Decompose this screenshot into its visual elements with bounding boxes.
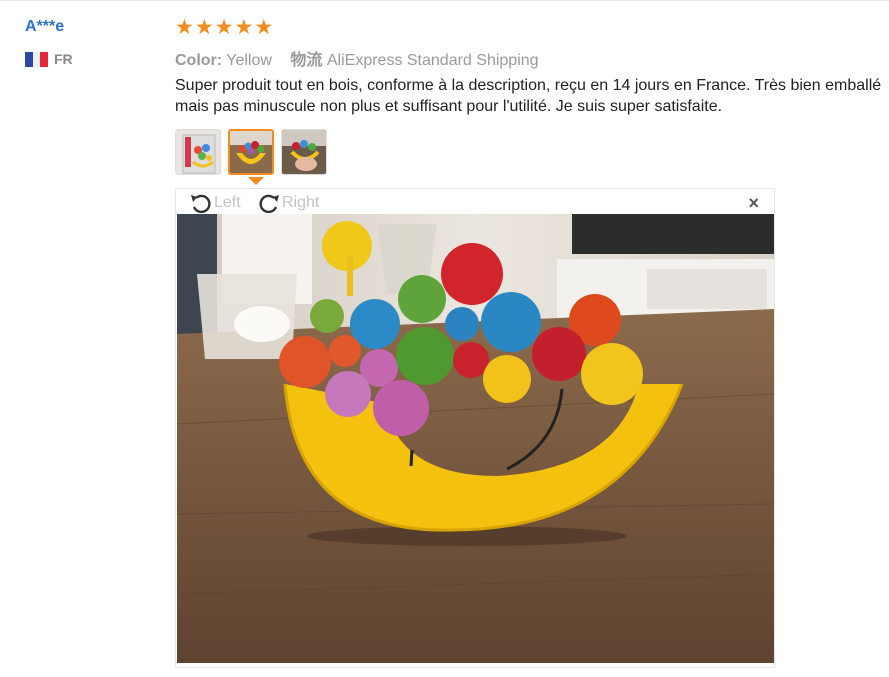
review-attributes: Color: Yellow 物流 AliExpress Standard Shi…	[175, 46, 539, 70]
rotate-right-button[interactable]: Right	[256, 191, 319, 215]
top-divider	[0, 0, 889, 1]
thumbnail-moon-balance[interactable]	[228, 129, 274, 175]
photo-viewer: Left Right ×	[175, 188, 775, 668]
rotate-right-label: Right	[282, 194, 320, 211]
reviewer-name[interactable]: A***e	[25, 18, 64, 36]
star-icon: ★	[214, 16, 234, 39]
star-icon: ★	[194, 16, 214, 39]
rotate-left-icon	[191, 194, 211, 214]
france-flag-icon	[25, 51, 49, 67]
rotate-left-label: Left	[214, 194, 241, 211]
review-photo-thumbnails	[175, 129, 327, 175]
shipping-value: AliExpress Standard Shipping	[326, 52, 539, 69]
thumbnail-package[interactable]	[175, 129, 221, 175]
review-text-line: Super produit tout en bois, conforme à l…	[175, 77, 882, 94]
star-icon: ★	[234, 16, 254, 39]
review-text-line: mais pas minuscule non plus et suffisant…	[175, 98, 723, 115]
review-photo	[177, 214, 774, 663]
star-rating: ★ ★ ★ ★ ★	[175, 16, 274, 39]
country-code: FR	[54, 51, 73, 67]
color-label: Color:	[175, 52, 223, 69]
star-icon: ★	[254, 16, 274, 39]
active-thumbnail-caret	[248, 177, 264, 185]
review-text: Super produit tout en bois, conforme à l…	[175, 75, 889, 117]
rotate-right-icon	[259, 194, 279, 214]
rotate-left-button[interactable]: Left	[188, 191, 241, 215]
reviewer-country: FR	[25, 51, 73, 67]
close-icon[interactable]: ×	[748, 193, 759, 214]
star-icon: ★	[175, 16, 194, 39]
color-value: Yellow	[226, 52, 272, 69]
shipping-label: 物流	[290, 52, 323, 69]
thumbnail-hand-holding[interactable]	[281, 129, 327, 175]
